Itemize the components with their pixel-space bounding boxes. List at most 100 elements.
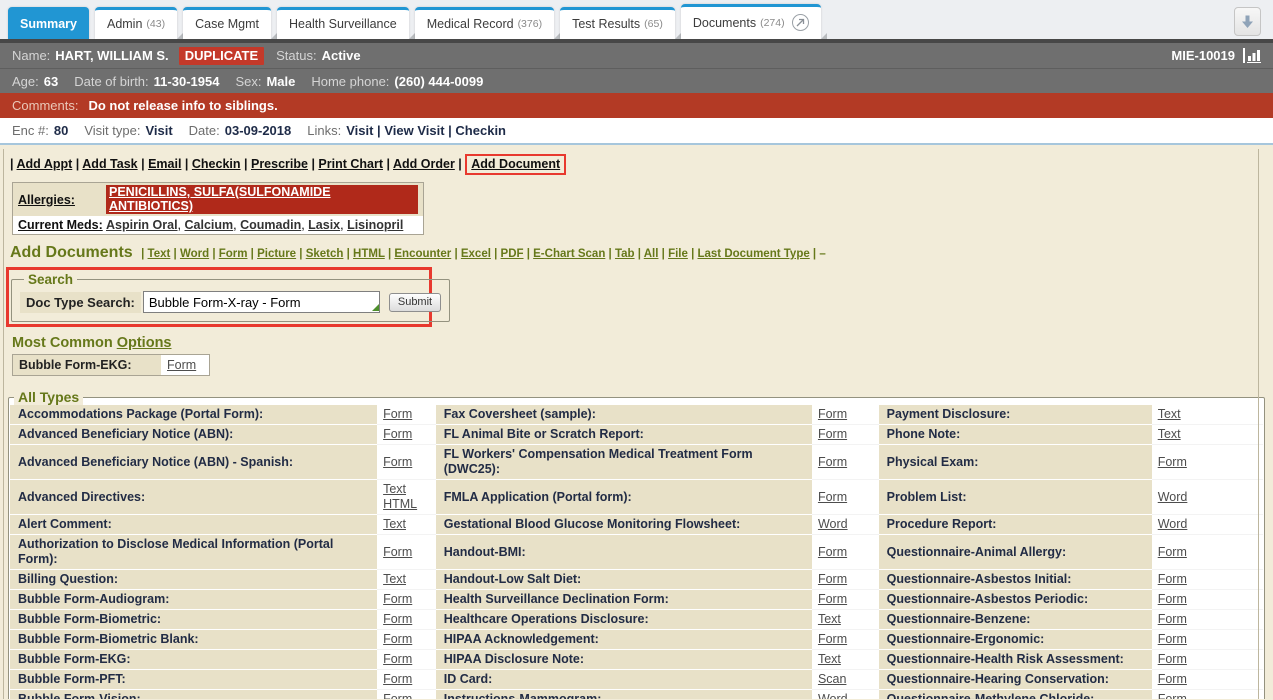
doc-type-link[interactable]: Word [818,692,848,699]
doc-type-link[interactable]: Word [1158,490,1188,504]
tab-documents[interactable]: Documents(274) [681,4,821,39]
med-link[interactable]: Lisinopril [347,218,403,232]
doc-type-link[interactable]: Text [383,517,406,531]
doc-type-link[interactable]: Text [818,652,841,666]
submit-button[interactable]: Submit [389,293,441,312]
doc-type-link[interactable]: Form [383,612,412,626]
tab-summary[interactable]: Summary [8,7,89,39]
doc-type-link[interactable]: Form [1158,545,1187,559]
doc-format-link[interactable]: Tab [615,248,635,260]
all-types-table: Accommodations Package (Portal Form):For… [10,405,1263,699]
doc-type-link[interactable]: Form [1158,652,1187,666]
doc-type-link-cell: Word [1152,515,1263,535]
doc-type-link[interactable]: Form [383,692,412,699]
doc-type-link-cell: Text [1152,425,1263,445]
quick-action-link[interactable]: Email [148,157,181,171]
quick-action-link[interactable]: Checkin [192,157,241,171]
doc-format-link[interactable]: Last Document Type [697,248,809,260]
doc-format-link[interactable]: Sketch [306,248,344,260]
doc-type-link[interactable]: Form [1158,612,1187,626]
most-common-header: Most Common Options [12,335,1273,351]
doc-type-link[interactable]: Form [1158,692,1187,699]
doc-type-link[interactable]: Form [383,632,412,646]
enc-link[interactable]: Checkin [455,123,506,138]
doc-type-link[interactable]: Text [383,572,406,586]
doc-type-link[interactable]: Form [383,672,412,686]
bar-chart-icon[interactable] [1243,48,1261,63]
doc-type-link[interactable]: Text [1158,407,1181,421]
doc-type-link[interactable]: Word [818,517,848,531]
doc-type-link[interactable]: Form [383,545,412,559]
med-link[interactable]: Calcium [185,218,234,232]
doc-type-link[interactable]: Form [818,427,847,441]
doc-type-link[interactable]: Word [1158,517,1188,531]
doc-type-link[interactable]: Form [818,572,847,586]
options-link[interactable]: Options [117,335,172,351]
enc-link[interactable]: Visit [346,123,373,138]
doc-type-link[interactable]: Form [383,407,412,421]
doc-type-link[interactable]: Scan [818,672,847,686]
doc-format-link[interactable]: Word [180,248,209,260]
doc-type-link[interactable]: Form [383,652,412,666]
quick-action-link[interactable]: Add Appt [17,157,73,171]
tab-test-results[interactable]: Test Results(65) [560,7,675,39]
doc-format-link[interactable]: HTML [353,248,385,260]
quick-action-link[interactable]: Add Document [471,157,560,171]
tab-medical-record[interactable]: Medical Record(376) [415,7,554,39]
doc-type-link[interactable]: Form [818,490,847,504]
quick-actions: | Add Appt | Add Task | Email | Checkin … [10,154,1273,175]
scroll-down-button[interactable] [1234,7,1261,36]
doc-type-link[interactable]: Text [1158,427,1181,441]
med-link[interactable]: Lasix [308,218,340,232]
current-meds-link[interactable]: Current Meds: [18,218,103,232]
tab-health-surveillance[interactable]: Health Surveillance [277,7,409,39]
med-link[interactable]: Coumadin [240,218,301,232]
doc-type-link[interactable]: Form [1158,572,1187,586]
doc-format-link[interactable]: Text [148,248,171,260]
doc-type-link[interactable]: Form [818,592,847,606]
doc-type-link[interactable]: Form [1158,672,1187,686]
doc-type-link[interactable]: Form [818,407,847,421]
doc-format-link[interactable]: E-Chart Scan [533,248,605,260]
doc-type-search-input[interactable] [143,291,380,313]
doc-format-link[interactable]: Form [219,248,248,260]
quick-action-link[interactable]: Add Order [393,157,455,171]
doc-type-link[interactable]: Text [383,482,406,496]
doc-type-link[interactable]: Form [383,455,412,469]
doc-type-link[interactable]: Form [818,545,847,559]
most-common-doc-link[interactable]: Form [167,358,196,372]
doc-type-link-cell: Word [812,690,879,700]
collapse-section-link[interactable]: – [819,248,825,260]
doc-format-link[interactable]: Excel [461,248,491,260]
doc-format-link[interactable]: All [644,248,659,260]
med-link[interactable]: Aspirin Oral [106,218,178,232]
quick-action-link[interactable]: Print Chart [318,157,383,171]
separator: | [247,248,257,260]
allergy-value-link[interactable]: PENICILLINS, SULFA(SULFONAMIDE ANTIBIOTI… [106,185,418,214]
doc-type-link[interactable]: Form [1158,632,1187,646]
doc-type-link[interactable]: Form [383,592,412,606]
frame-border-right [1258,149,1259,699]
doc-type-link[interactable]: Form [818,632,847,646]
quick-action-link[interactable]: Prescribe [251,157,308,171]
doc-type-label: ID Card: [436,670,812,690]
tab-case-mgmt[interactable]: Case Mgmt [183,7,271,39]
allergies-link[interactable]: Allergies: [18,193,75,207]
quick-action-link[interactable]: Add Task [82,157,137,171]
doc-type-link[interactable]: Form [383,427,412,441]
all-types-fieldset: All Types Accommodations Package (Portal… [8,389,1265,699]
doc-type-link-cell: Text [812,650,879,670]
doc-type-link[interactable]: HTML [383,497,417,511]
tab-admin[interactable]: Admin(43) [95,7,177,39]
visit-type-label: Visit type: [84,123,140,138]
doc-format-link[interactable]: Picture [257,248,296,260]
doc-format-link[interactable]: Encounter [394,248,451,260]
doc-format-link[interactable]: File [668,248,688,260]
enc-link[interactable]: View Visit [384,123,444,138]
doc-type-link[interactable]: Form [1158,592,1187,606]
doc-type-link[interactable]: Form [1158,455,1187,469]
doc-type-link[interactable]: Text [818,612,841,626]
doc-type-link[interactable]: Form [818,455,847,469]
doc-format-link[interactable]: PDF [501,248,524,260]
external-link-icon[interactable] [792,14,809,31]
